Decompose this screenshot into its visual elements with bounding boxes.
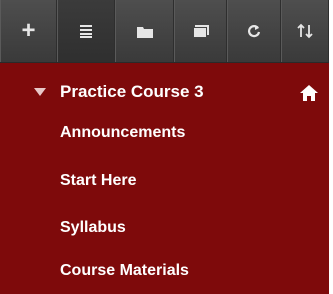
list-icon xyxy=(80,25,92,38)
sort-icon xyxy=(297,23,313,39)
add-menu-item-button[interactable]: + xyxy=(0,0,57,62)
course-title[interactable]: Practice Course 3 xyxy=(60,82,204,102)
open-window-button[interactable] xyxy=(174,0,227,62)
refresh-icon xyxy=(247,25,261,38)
folder-icon xyxy=(136,26,153,38)
course-title-row[interactable]: Practice Course 3 xyxy=(0,80,329,106)
course-menu-panel: + Practice Course 3 Announcements Start … xyxy=(0,0,329,294)
menu-item-syllabus[interactable]: Syllabus xyxy=(60,219,126,237)
plus-icon: + xyxy=(21,17,36,44)
menu-item-announcements[interactable]: Announcements xyxy=(60,124,185,142)
menu-item-course-materials[interactable]: Course Materials xyxy=(60,262,189,280)
menu-item-start-here[interactable]: Start Here xyxy=(60,172,136,190)
reorder-button[interactable] xyxy=(281,0,329,62)
course-menu-toolbar: + xyxy=(0,0,329,63)
list-view-button[interactable] xyxy=(57,0,115,62)
folder-view-button[interactable] xyxy=(115,0,174,62)
refresh-button[interactable] xyxy=(227,0,281,62)
window-icon xyxy=(192,24,209,38)
home-icon[interactable] xyxy=(299,83,319,103)
collapse-caret-icon[interactable] xyxy=(34,88,46,96)
